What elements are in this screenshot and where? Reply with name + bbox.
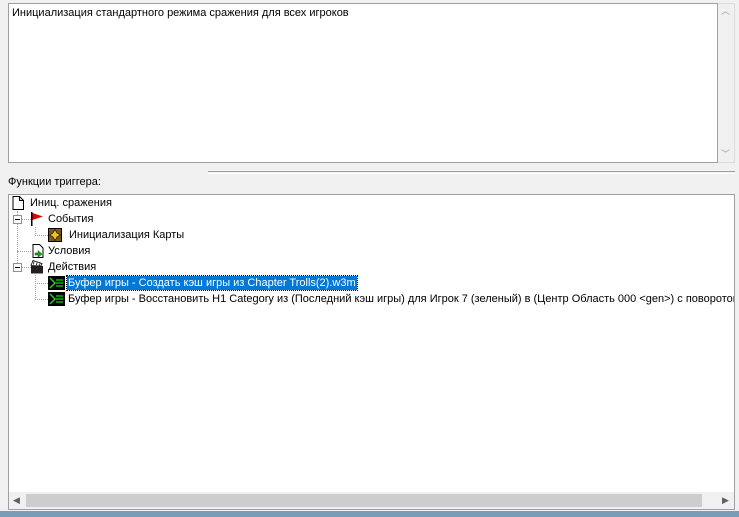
tree-item-label: Иниц. сражения <box>30 197 112 209</box>
tree-item-label: Буфер игры - Восстановить H1 Category из… <box>68 293 735 305</box>
collapse-actions-toggle[interactable] <box>13 263 22 272</box>
panel-splitter[interactable] <box>0 168 739 178</box>
tree-item-label: Условия <box>48 245 91 257</box>
clapperboard-icon <box>30 260 43 274</box>
tree-item-root[interactable]: Иниц. сражения <box>11 195 411 211</box>
trigger-comment-textarea[interactable]: Инициализация стандартного режима сражен… <box>8 3 718 163</box>
tree-item-actions[interactable]: Действия <box>29 259 229 275</box>
game-cache-icon <box>48 292 65 306</box>
splitter-label-gap <box>5 168 208 176</box>
tree-connector <box>35 283 48 284</box>
window-bottom-border <box>0 511 739 517</box>
window-edge <box>735 0 739 517</box>
scroll-up-arrow-icon[interactable]: ︿ <box>721 7 730 16</box>
document-icon <box>12 196 24 210</box>
tree-connector <box>17 251 31 252</box>
tree-item-label: Буфер игры - Создать кэш игры из Chapter… <box>66 275 358 291</box>
tree-item-events[interactable]: События <box>29 211 229 227</box>
trigger-functions-tree[interactable]: Иниц. сражения События Инициализация Кар… <box>8 194 735 510</box>
map-init-icon <box>48 228 62 242</box>
trigger-functions-label: Функции триггера: <box>8 176 101 188</box>
scroll-left-arrow-icon[interactable]: ◀ <box>13 495 20 506</box>
red-flag-icon <box>31 212 43 226</box>
trigger-comment-text: Инициализация стандартного режима сражен… <box>12 7 349 19</box>
tree-item-action[interactable]: Буфер игры - Восстановить H1 Category из… <box>48 291 735 307</box>
scroll-down-arrow-icon[interactable]: ﹀ <box>721 150 730 159</box>
game-cache-icon <box>48 276 65 290</box>
tree-item-label: События <box>48 213 94 225</box>
tree-item-label: Действия <box>48 261 97 273</box>
tree-horizontal-scrollbar[interactable]: ◀ ▶ <box>9 492 734 509</box>
collapse-events-toggle[interactable] <box>13 215 22 224</box>
scroll-right-arrow-icon[interactable]: ▶ <box>722 495 729 506</box>
conditions-icon <box>32 244 44 258</box>
comment-vertical-scrollbar[interactable]: ︿ ﹀ <box>718 3 735 163</box>
tree-connector <box>35 235 48 236</box>
tree-item-event[interactable]: Инициализация Карты <box>48 227 298 243</box>
scrollbar-thumb[interactable] <box>26 494 702 507</box>
tree-item-label: Инициализация Карты <box>69 229 185 241</box>
tree-connector <box>35 275 36 300</box>
tree-connector <box>35 299 48 300</box>
tree-item-action-selected[interactable]: Буфер игры - Создать кэш игры из Chapter… <box>48 275 378 291</box>
tree-item-conditions[interactable]: Условия <box>31 243 231 259</box>
